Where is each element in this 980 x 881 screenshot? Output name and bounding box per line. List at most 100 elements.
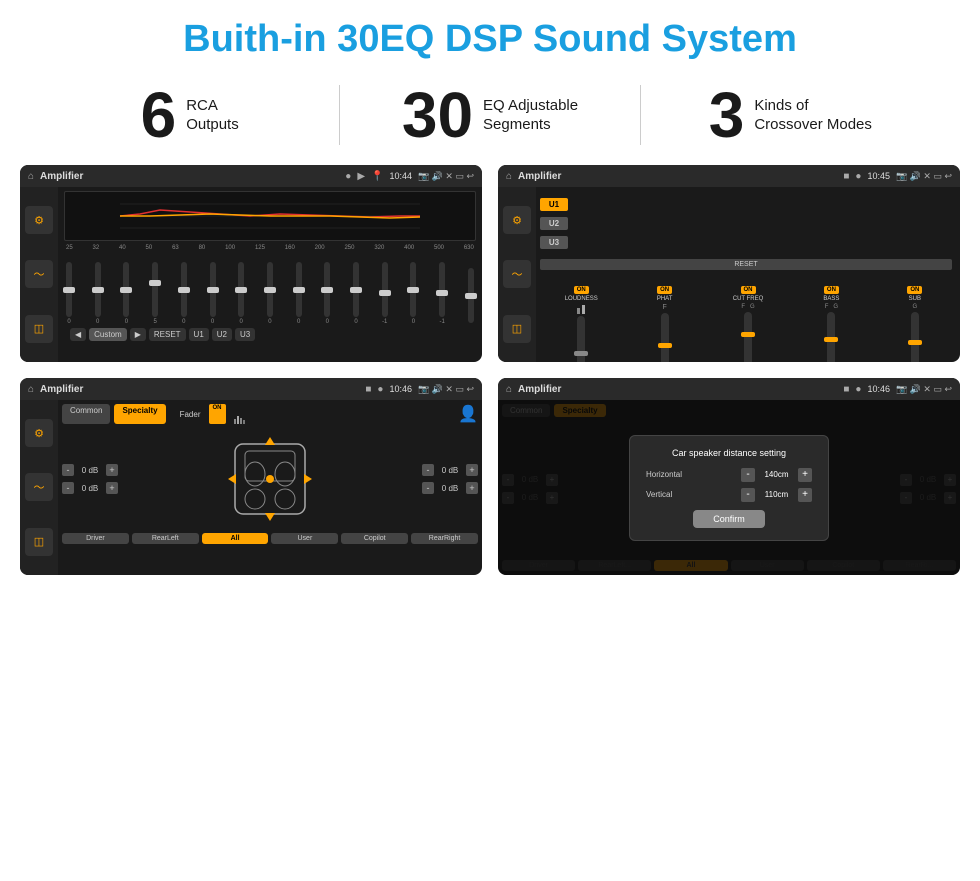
topbar-icons-3: 📷 🔊 ✕ ▭ ↩ (418, 384, 474, 395)
slider-6[interactable]: 0 (210, 262, 216, 325)
slider-7[interactable]: 0 (238, 262, 244, 325)
topbar-icons-1: 📷 🔊 ✕ ▭ ↩ (418, 171, 474, 182)
rearright-btn[interactable]: RearRight (411, 533, 478, 544)
avatar-icon-3[interactable]: 👤 (458, 404, 478, 424)
dialog-horizontal-row: Horizontal - 140cm + (646, 468, 812, 482)
prev-btn[interactable]: ◀ (70, 328, 86, 341)
minus-btn-3[interactable]: - (422, 464, 434, 476)
eq-sidebar-btn-1[interactable]: ⚙ (25, 206, 53, 234)
on-badge-phat: ON (657, 286, 672, 294)
bass-slider[interactable] (827, 312, 835, 362)
dot-icon-2: ■ (843, 171, 849, 182)
cut-label: CUT FREQ (733, 296, 764, 302)
confirm-button[interactable]: Confirm (693, 510, 765, 528)
db-row-4: - 0 dB + (422, 482, 478, 494)
copilot-btn[interactable]: Copilot (341, 533, 408, 544)
u3-preset[interactable]: U3 (540, 236, 568, 249)
tab-specialty-3[interactable]: Specialty (114, 404, 165, 424)
slider-8[interactable]: 0 (267, 262, 273, 325)
plus-btn-4[interactable]: + (466, 482, 478, 494)
vertical-minus[interactable]: - (741, 488, 755, 502)
amp-sidebar-btn-1[interactable]: ⚙ (503, 206, 531, 234)
eq-sidebar-btn-3[interactable]: ◫ (25, 315, 53, 343)
all-btn[interactable]: All (202, 533, 269, 544)
play-btn-eq[interactable]: ▶ (130, 328, 146, 341)
slider-12[interactable]: -1 (382, 262, 388, 325)
plus-btn-3[interactable]: + (466, 464, 478, 476)
play-icon-1[interactable]: ▶ (357, 171, 365, 182)
slider-14[interactable]: -1 (439, 262, 445, 325)
slider-10[interactable]: 0 (324, 262, 330, 325)
on-badge-cut: ON (741, 286, 756, 294)
slider-1[interactable]: 0 (66, 262, 72, 325)
rearleft-btn[interactable]: RearLeft (132, 533, 199, 544)
home-icon-2[interactable]: ⌂ (506, 171, 512, 182)
custom-btn[interactable]: Custom (89, 328, 127, 341)
plus-btn-1[interactable]: + (106, 464, 118, 476)
sp-content-row: - 0 dB + - 0 dB + (62, 429, 478, 529)
screen-dialog: ⌂ Amplifier ■ ● 10:46 📷 🔊 ✕ ▭ ↩ Common S… (498, 378, 960, 575)
dot2-icon-2: ● (855, 171, 861, 182)
sub-slider[interactable] (911, 312, 919, 362)
time-3: 10:46 (389, 384, 412, 394)
dialog-overlay: Car speaker distance setting Horizontal … (498, 400, 960, 575)
minus-btn-1[interactable]: - (62, 464, 74, 476)
cut-slider[interactable] (744, 312, 752, 362)
topbar-4: ⌂ Amplifier ■ ● 10:46 📷 🔊 ✕ ▭ ↩ (498, 378, 960, 400)
sp-sidebar-btn-2[interactable]: 〜 (25, 473, 53, 501)
tab-common-3[interactable]: Common (62, 404, 110, 424)
horizontal-minus[interactable]: - (741, 468, 755, 482)
reset-btn-eq[interactable]: RESET (149, 328, 186, 341)
home-icon-3[interactable]: ⌂ (28, 384, 34, 395)
speaker-body: ⚙ 〜 ◫ Common Specialty Fader ON (20, 400, 482, 575)
ctrl-loudness: ON LOUDNESS G (542, 286, 620, 362)
loudness-slider[interactable] (577, 316, 585, 362)
dialog-body: Common Specialty - 0 dB + - (498, 400, 960, 575)
slider-2[interactable]: 0 (95, 262, 101, 325)
minus-btn-4[interactable]: - (422, 482, 434, 494)
u1-preset[interactable]: U1 (540, 198, 568, 211)
phat-slider[interactable] (661, 313, 669, 362)
eq-main-area: 253240506380100125160200250320400500630 … (58, 187, 482, 362)
amp-sidebar-btn-3[interactable]: ◫ (503, 315, 531, 343)
slider-13[interactable]: 0 (410, 262, 416, 325)
stat-divider-1 (339, 85, 340, 145)
vertical-plus[interactable]: + (798, 488, 812, 502)
amp-body: ⚙ 〜 ◫ U1 U2 U3 RESET ON LOU (498, 187, 960, 362)
home-icon-1[interactable]: ⌂ (28, 171, 34, 182)
driver-btn[interactable]: Driver (62, 533, 129, 544)
stat-number-3: 3 (709, 83, 745, 147)
sp-sidebar-btn-3[interactable]: ◫ (25, 528, 53, 556)
pin-icon-1: 📍 (371, 171, 383, 182)
sp-sidebar-btn-1[interactable]: ⚙ (25, 419, 53, 447)
horizontal-plus[interactable]: + (798, 468, 812, 482)
u2-preset[interactable]: U2 (540, 217, 568, 230)
eq-body: ⚙ 〜 ◫ (20, 187, 482, 362)
vertical-label: Vertical (646, 490, 706, 499)
slider-11[interactable]: 0 (353, 262, 359, 325)
sp-main-area: Common Specialty Fader ON 👤 (58, 400, 482, 575)
topbar-3: ⌂ Amplifier ■ ● 10:46 📷 🔊 ✕ ▭ ↩ (20, 378, 482, 400)
topbar-title-4: Amplifier (518, 384, 837, 395)
u1-btn[interactable]: U1 (189, 328, 209, 341)
u2-btn[interactable]: U2 (212, 328, 232, 341)
topbar-2: ⌂ Amplifier ■ ● 10:45 📷 🔊 ✕ ▭ ↩ (498, 165, 960, 187)
slider-3[interactable]: 0 (123, 262, 129, 325)
stat-text-rca: RCA Outputs (186, 96, 239, 135)
user-btn[interactable]: User (271, 533, 338, 544)
slider-4[interactable]: 5 (152, 262, 158, 325)
eq-sidebar-btn-2[interactable]: 〜 (25, 260, 53, 288)
home-icon-4[interactable]: ⌂ (506, 384, 512, 395)
slider-15[interactable] (468, 268, 474, 325)
reset-btn-amp[interactable]: RESET (540, 259, 952, 270)
stat-number-6: 6 (141, 83, 177, 147)
plus-btn-2[interactable]: + (106, 482, 118, 494)
on-badge-bass: ON (824, 286, 839, 294)
slider-9[interactable]: 0 (296, 262, 302, 325)
page-title: Buith-in 30EQ DSP Sound System (0, 0, 980, 73)
slider-5[interactable]: 0 (181, 262, 187, 325)
u3-btn[interactable]: U3 (235, 328, 255, 341)
minus-btn-2[interactable]: - (62, 482, 74, 494)
amp-sidebar-btn-2[interactable]: 〜 (503, 260, 531, 288)
db-val-2: 0 dB (77, 484, 103, 493)
